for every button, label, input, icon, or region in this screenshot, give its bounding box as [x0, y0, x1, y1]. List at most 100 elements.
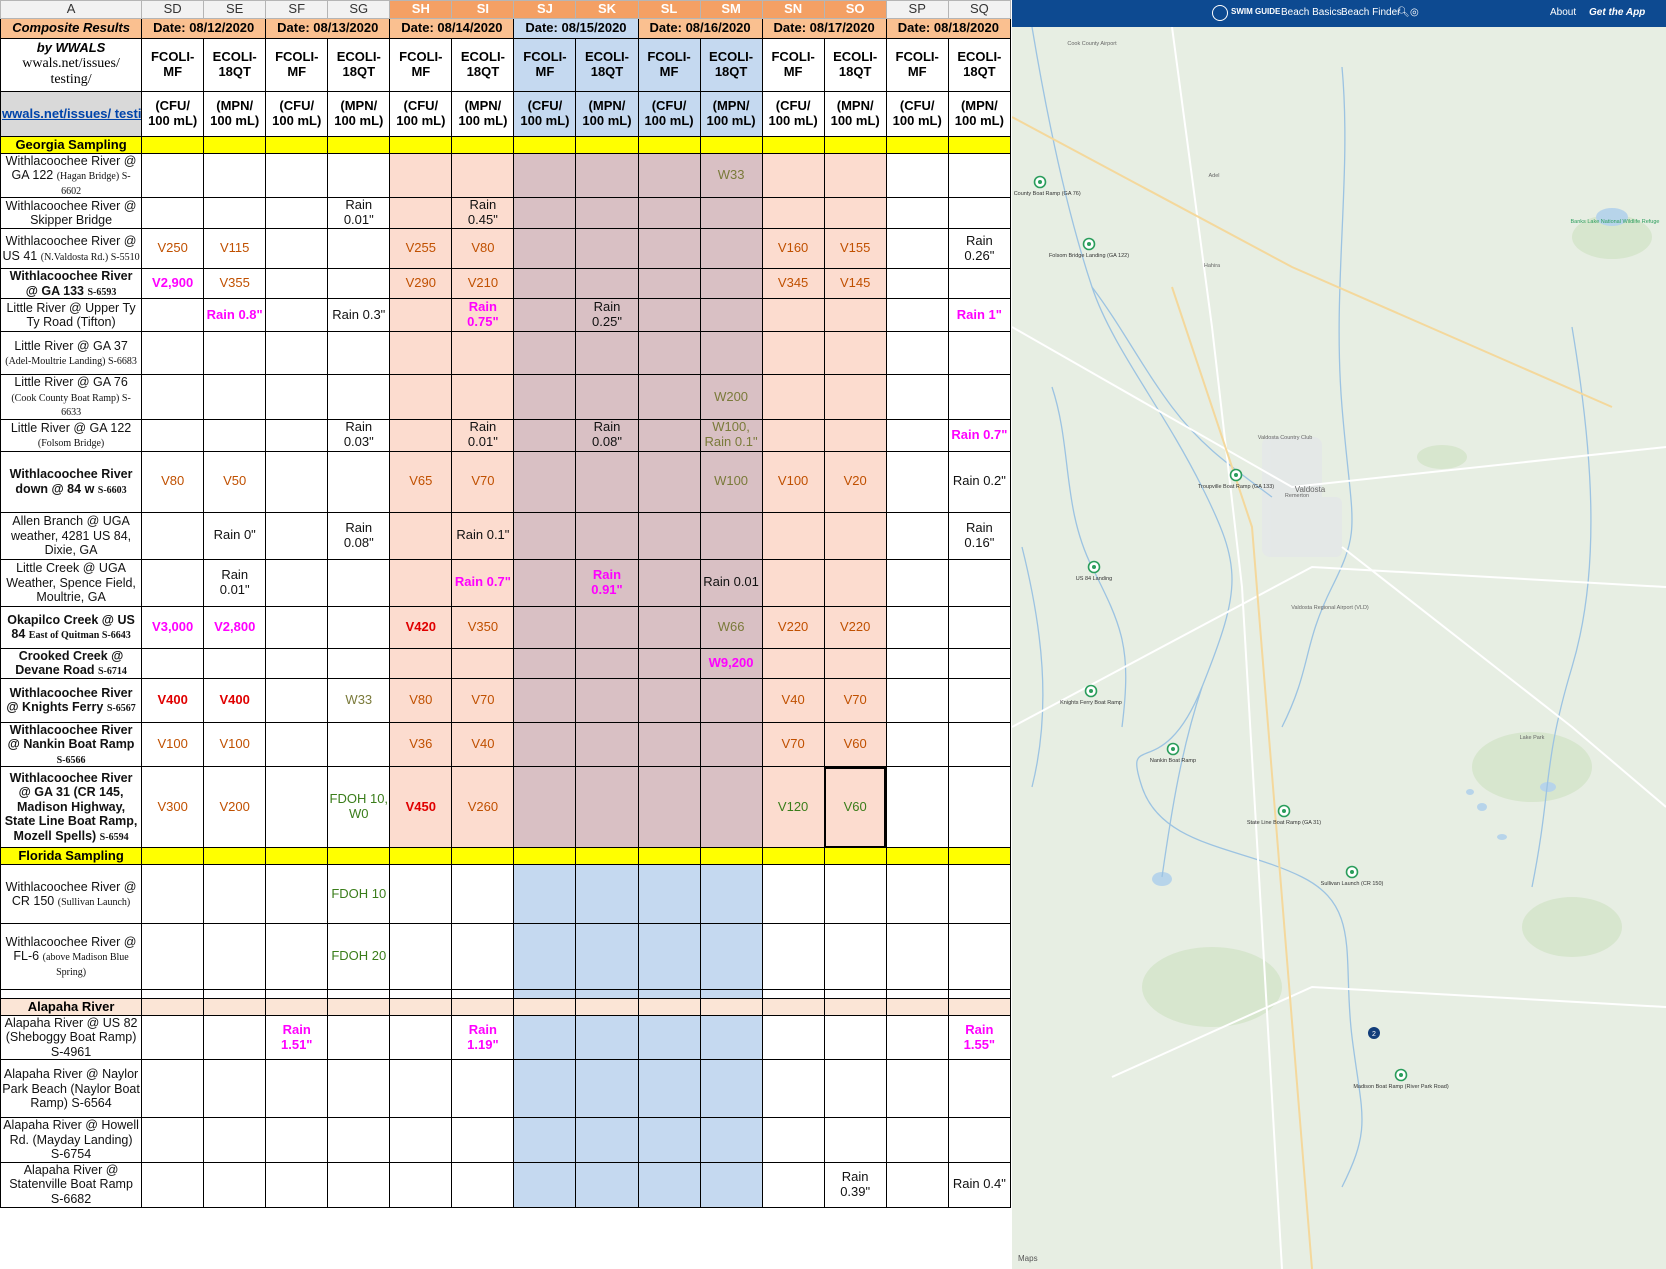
result-cell[interactable]	[451, 374, 515, 420]
result-cell[interactable]	[513, 450, 577, 513]
result-cell[interactable]	[265, 923, 329, 990]
result-cell[interactable]	[947, 721, 1012, 768]
result-cell[interactable]	[141, 923, 205, 990]
result-cell[interactable]	[513, 766, 577, 848]
result-cell[interactable]	[575, 1014, 639, 1061]
result-cell[interactable]	[575, 268, 639, 300]
result-cell[interactable]	[203, 197, 267, 230]
result-cell[interactable]: Rain 0.1"	[451, 511, 515, 560]
parameter-header[interactable]: ECOLI-18QT	[451, 38, 515, 92]
section-band-cell[interactable]	[637, 998, 701, 1016]
result-cell[interactable]	[265, 677, 329, 723]
result-cell[interactable]: Rain 1.19"	[451, 1014, 515, 1061]
result-cell[interactable]	[885, 605, 949, 649]
result-cell[interactable]	[513, 298, 577, 333]
result-cell[interactable]	[637, 1014, 701, 1061]
section-band-cell[interactable]	[637, 136, 701, 154]
result-cell[interactable]: V450	[389, 766, 453, 848]
result-cell[interactable]	[389, 989, 453, 999]
site-label[interactable]: Withlacoochee River @ CR 150 (Sullivan L…	[0, 864, 143, 924]
parameter-header[interactable]: FCOLI-MF	[265, 38, 329, 92]
result-cell[interactable]	[947, 989, 1012, 999]
units-header[interactable]: (MPN/ 100 mL)	[947, 91, 1012, 137]
result-cell[interactable]	[451, 1161, 515, 1208]
result-cell[interactable]	[265, 989, 329, 999]
result-cell[interactable]: Rain 0.7"	[947, 418, 1012, 452]
units-header[interactable]: (CFU/ 100 mL)	[389, 91, 453, 137]
result-cell[interactable]	[761, 152, 825, 199]
column-header-se[interactable]: SE	[203, 0, 267, 19]
result-cell[interactable]	[141, 197, 205, 230]
result-cell[interactable]: Rain 0.2"	[947, 450, 1012, 513]
result-cell[interactable]	[885, 298, 949, 333]
site-label[interactable]: Withlacoochee River @ US 41 (N.Valdosta …	[0, 228, 143, 270]
result-cell[interactable]: W100	[699, 450, 763, 513]
parameter-header[interactable]: FCOLI-MF	[389, 38, 453, 92]
about-link[interactable]: About	[1550, 7, 1576, 18]
parameter-header[interactable]: FCOLI-MF	[637, 38, 701, 92]
result-cell[interactable]	[947, 152, 1012, 199]
result-cell[interactable]	[203, 152, 267, 199]
result-cell[interactable]: Rain 0.03"	[327, 418, 391, 452]
result-cell[interactable]	[513, 989, 577, 999]
result-cell[interactable]	[513, 331, 577, 376]
result-cell[interactable]	[451, 1117, 515, 1163]
result-cell[interactable]	[637, 677, 701, 723]
result-cell[interactable]	[389, 331, 453, 376]
result-cell[interactable]	[451, 152, 515, 199]
result-cell[interactable]	[637, 418, 701, 452]
result-cell[interactable]: V60	[823, 766, 887, 848]
result-cell[interactable]	[699, 864, 763, 924]
result-cell[interactable]	[885, 923, 949, 990]
result-cell[interactable]	[327, 152, 391, 199]
result-cell[interactable]	[389, 418, 453, 452]
result-cell[interactable]: V100	[203, 721, 267, 768]
result-cell[interactable]	[885, 1161, 949, 1208]
result-cell[interactable]	[699, 766, 763, 848]
section-band-cell[interactable]	[327, 136, 391, 154]
result-cell[interactable]	[327, 989, 391, 999]
units-header[interactable]: (CFU/ 100 mL)	[513, 91, 577, 137]
get-the-app-link[interactable]: Get the App	[1589, 7, 1645, 18]
result-cell[interactable]	[823, 152, 887, 199]
result-cell[interactable]: Rain 0.91"	[575, 558, 639, 607]
result-cell[interactable]: V155	[823, 228, 887, 270]
result-cell[interactable]: V420	[389, 605, 453, 649]
result-cell[interactable]	[389, 197, 453, 230]
result-cell[interactable]	[513, 677, 577, 723]
result-cell[interactable]	[947, 605, 1012, 649]
result-cell[interactable]: V200	[203, 766, 267, 848]
result-cell[interactable]	[327, 647, 391, 679]
result-cell[interactable]	[947, 268, 1012, 300]
result-cell[interactable]: Rain 0"	[203, 511, 267, 560]
result-cell[interactable]	[141, 864, 205, 924]
result-cell[interactable]	[389, 298, 453, 333]
section-band-cell[interactable]	[575, 847, 639, 865]
result-cell[interactable]	[761, 374, 825, 420]
result-cell[interactable]	[389, 1059, 453, 1119]
section-band-cell[interactable]	[451, 136, 515, 154]
result-cell[interactable]	[823, 511, 887, 560]
result-cell[interactable]	[141, 1117, 205, 1163]
result-cell[interactable]	[947, 374, 1012, 420]
section-band-cell[interactable]	[823, 998, 887, 1016]
globe-icon[interactable]: ◎	[1410, 7, 1419, 18]
site-label[interactable]	[0, 989, 143, 999]
result-cell[interactable]	[141, 647, 205, 679]
result-cell[interactable]	[637, 450, 701, 513]
result-cell[interactable]: V2,800	[203, 605, 267, 649]
result-cell[interactable]	[265, 605, 329, 649]
result-cell[interactable]	[947, 923, 1012, 990]
site-label[interactable]: Withlacoochee River @ GA 133 S-6593	[0, 268, 143, 300]
section-band-cell[interactable]	[761, 136, 825, 154]
result-cell[interactable]	[761, 1117, 825, 1163]
parameter-header[interactable]: ECOLI-18QT	[327, 38, 391, 92]
column-header-sj[interactable]: SJ	[513, 0, 577, 19]
result-cell[interactable]	[885, 331, 949, 376]
cluster-marker[interactable]: 2	[1368, 1027, 1380, 1039]
result-cell[interactable]	[823, 374, 887, 420]
result-cell[interactable]	[637, 989, 701, 999]
result-cell[interactable]	[327, 558, 391, 607]
result-cell[interactable]: V70	[761, 721, 825, 768]
result-cell[interactable]: V40	[451, 721, 515, 768]
